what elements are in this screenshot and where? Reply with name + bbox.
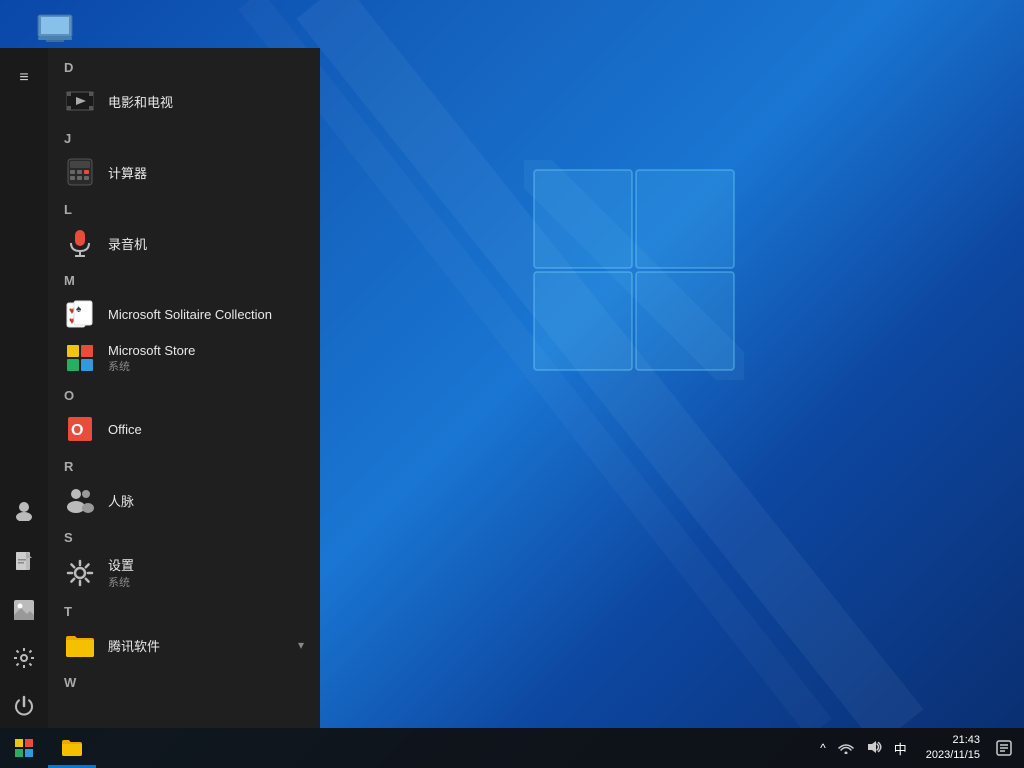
solitaire-icon: ♥ ♥ ♠ bbox=[64, 298, 96, 330]
app-info-solitaire: Microsoft Solitaire Collection bbox=[108, 307, 272, 322]
app-info-settings: 设置 系统 bbox=[108, 555, 134, 590]
calculator-icon bbox=[64, 156, 96, 188]
system-tray: ^ 中 bbox=[809, 728, 918, 768]
app-info-office: Office bbox=[108, 422, 142, 437]
taskbar-right: ^ 中 21:43 2023/ bbox=[809, 728, 1024, 768]
app-item-settings[interactable]: 设置 系统 bbox=[48, 549, 320, 596]
section-t: T bbox=[48, 596, 320, 623]
tencent-expand-arrow: ▾ bbox=[298, 638, 304, 652]
network-icon[interactable] bbox=[835, 738, 857, 759]
app-name-settings: 设置 bbox=[108, 555, 134, 574]
app-info-tencent: 腾讯软件 bbox=[108, 636, 160, 655]
app-name-movies: 电影和电视 bbox=[108, 92, 173, 111]
app-item-solitaire[interactable]: ♥ ♥ ♠ Microsoft Solitaire Collection bbox=[48, 292, 320, 336]
hamburger-menu-button[interactable]: ≡ bbox=[0, 56, 48, 100]
sidebar-power-icon[interactable] bbox=[0, 684, 48, 728]
app-item-recorder[interactable]: 录音机 bbox=[48, 221, 320, 265]
section-d: D bbox=[48, 52, 320, 79]
taskbar: ^ 中 21:43 2023/ bbox=[0, 728, 1024, 768]
app-item-store[interactable]: Microsoft Store 系统 bbox=[48, 336, 320, 380]
store-icon bbox=[64, 342, 96, 374]
section-m: M bbox=[48, 265, 320, 292]
system-clock[interactable]: 21:43 2023/11/15 bbox=[918, 733, 988, 764]
start-button[interactable] bbox=[0, 728, 48, 768]
app-item-tencent[interactable]: 腾讯软件 ▾ bbox=[48, 623, 320, 667]
clock-time: 21:43 bbox=[952, 733, 980, 748]
sidebar-settings-icon[interactable] bbox=[0, 636, 48, 680]
section-s: S bbox=[48, 522, 320, 549]
app-item-office[interactable]: O Office bbox=[48, 407, 320, 451]
start-sidebar: ≡ bbox=[0, 48, 48, 728]
sidebar-photos-icon[interactable] bbox=[0, 588, 48, 632]
section-j: J bbox=[48, 123, 320, 150]
office-icon: O bbox=[64, 413, 96, 445]
file-explorer-button[interactable] bbox=[48, 728, 96, 768]
app-name-store: Microsoft Store bbox=[108, 343, 195, 358]
app-item-calculator[interactable]: 计算器 bbox=[48, 150, 320, 194]
tray-expand-button[interactable]: ^ bbox=[817, 739, 829, 757]
section-w: W bbox=[48, 667, 320, 694]
app-info-people: 人脉 bbox=[108, 491, 134, 510]
app-name-recorder: 录音机 bbox=[108, 234, 147, 253]
app-name-solitaire: Microsoft Solitaire Collection bbox=[108, 307, 272, 322]
app-sub-settings: 系统 bbox=[108, 574, 134, 590]
sidebar-document-icon[interactable] bbox=[0, 540, 48, 584]
app-name-tencent: 腾讯软件 bbox=[108, 636, 160, 655]
app-item-people[interactable]: 人脉 bbox=[48, 478, 320, 522]
volume-icon[interactable] bbox=[863, 738, 885, 759]
app-info-store: Microsoft Store 系统 bbox=[108, 343, 195, 374]
ime-icon[interactable]: 中 bbox=[891, 737, 910, 760]
app-name-calculator: 计算器 bbox=[108, 163, 147, 182]
settings-app-icon bbox=[64, 557, 96, 589]
clock-date: 2023/11/15 bbox=[926, 748, 980, 763]
tencent-folder-icon bbox=[64, 629, 96, 661]
recorder-icon bbox=[64, 227, 96, 259]
windows-logo-desktop bbox=[524, 160, 744, 380]
app-name-office: Office bbox=[108, 422, 142, 437]
section-l: L bbox=[48, 194, 320, 221]
app-sub-store: 系统 bbox=[108, 358, 195, 374]
start-menu: ≡ bbox=[0, 48, 320, 728]
this-pc-icon bbox=[35, 12, 75, 44]
app-name-people: 人脉 bbox=[108, 491, 134, 510]
section-o: O bbox=[48, 380, 320, 407]
app-info-recorder: 录音机 bbox=[108, 234, 147, 253]
sidebar-user-icon[interactable] bbox=[0, 488, 48, 532]
people-icon bbox=[64, 484, 96, 516]
notification-button[interactable] bbox=[988, 728, 1020, 768]
app-info-movies: 电影和电视 bbox=[108, 92, 173, 111]
movies-icon bbox=[64, 85, 96, 117]
section-r: R bbox=[48, 451, 320, 478]
app-list[interactable]: D 电影和电视 J bbox=[48, 48, 320, 728]
svg-text:O: O bbox=[71, 422, 83, 439]
svg-text:♠: ♠ bbox=[76, 304, 82, 315]
app-info-calculator: 计算器 bbox=[108, 163, 147, 182]
app-item-movies[interactable]: 电影和电视 bbox=[48, 79, 320, 123]
